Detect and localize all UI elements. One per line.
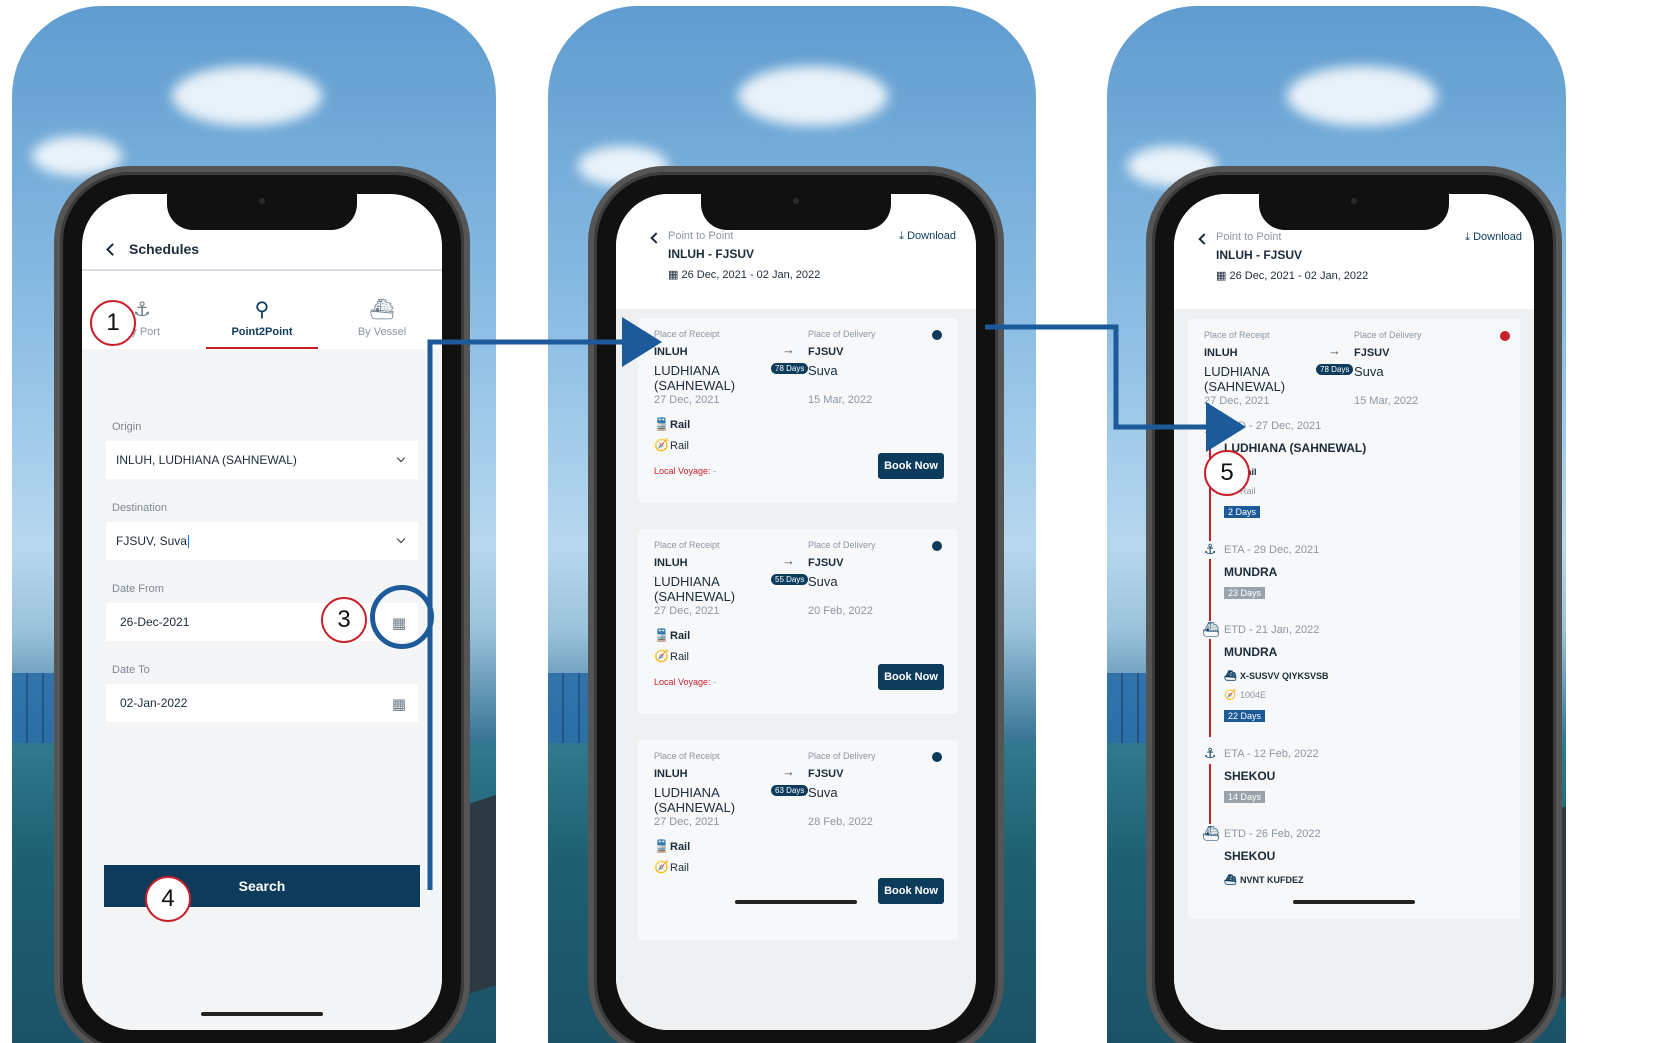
step-marker-4: 4 [145, 876, 191, 922]
arrow-search-to-results [427, 317, 662, 890]
step-marker-3: 3 [321, 597, 367, 643]
step-marker-1: 1 [90, 300, 136, 346]
calendar-highlight-ring [370, 585, 434, 649]
step-marker-5: 5 [1204, 450, 1250, 496]
flow-arrows [427, 317, 1246, 890]
arrow-results-to-detail [985, 324, 1246, 452]
